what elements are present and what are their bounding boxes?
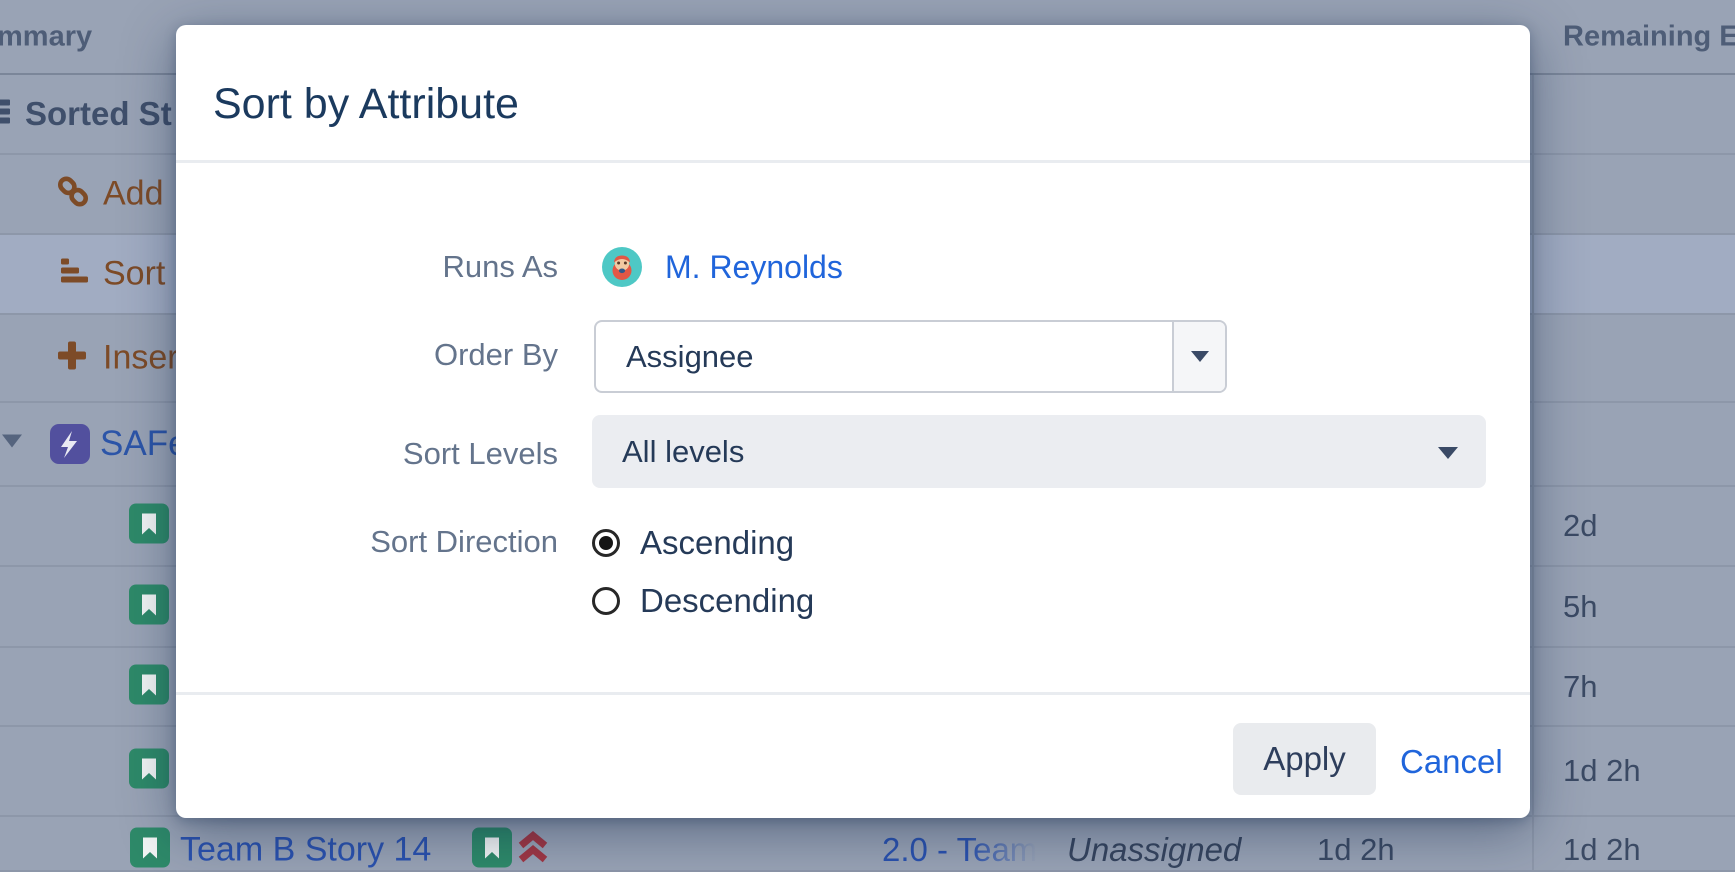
bookmark-icon [472, 828, 512, 872]
action-row-label-sort[interactable]: Sort [103, 255, 165, 294]
apply-button[interactable]: Apply [1233, 723, 1376, 795]
sort-levels-value: All levels [622, 434, 744, 470]
epic-link[interactable]: SAFe [100, 424, 188, 464]
sort-levels-label: Sort Levels [176, 436, 558, 472]
order-by-value: Assignee [626, 339, 754, 375]
cancel-button[interactable]: Cancel [1400, 743, 1503, 781]
summary-column-header: mmary [0, 20, 92, 53]
order-by-label: Order By [176, 337, 558, 373]
sort-icon [57, 257, 89, 292]
plus-icon [55, 339, 89, 378]
radio-ascending[interactable] [592, 529, 620, 557]
chevrons-up-icon [516, 831, 550, 870]
bolt-icon [50, 424, 90, 464]
assignee-value: Unassigned [1067, 831, 1241, 869]
bookmark-icon [129, 584, 169, 629]
order-by-combobox[interactable]: Assignee [594, 320, 1227, 393]
time-spent-value: 1d 2h [1317, 832, 1395, 868]
order-by-dropdown-button[interactable] [1172, 322, 1225, 391]
link-icon [55, 174, 91, 215]
radio-descending[interactable] [592, 587, 620, 615]
bookmark-icon [129, 664, 169, 709]
footer-divider [176, 692, 1530, 695]
fix-version-value: 2.0 - Team [882, 831, 1037, 869]
dialog-title: Sort by Attribute [213, 80, 519, 129]
sort-levels-select[interactable]: All levels [592, 415, 1486, 488]
action-row-label-inser[interactable]: Inser [103, 339, 179, 378]
issue-link[interactable]: Team B Story 14 [180, 831, 431, 870]
ascending-label: Ascending [640, 524, 794, 562]
bookmark-icon [129, 749, 169, 794]
issue-row: Team B Story 14 2.0 - Team Unassigned 1d 2h… [0, 817, 1735, 872]
sort-direction-label: Sort Direction [176, 524, 558, 560]
ascending-radio-option[interactable]: Ascending [592, 526, 794, 560]
bookmark-icon [130, 828, 170, 872]
group-row-label[interactable]: Sorted St [25, 95, 172, 133]
remaining-estimate-value: 7h [1563, 669, 1597, 705]
structure-icon [0, 99, 10, 130]
chevron-down-icon [2, 435, 22, 454]
descending-radio-option[interactable]: Descending [592, 584, 814, 618]
descending-label: Descending [640, 582, 814, 620]
bookmark-icon [129, 504, 169, 549]
user-avatar [602, 247, 642, 287]
runs-as-user-link[interactable]: M. Reynolds [665, 249, 843, 286]
remaining-estimate-value: 5h [1563, 589, 1597, 625]
chevron-down-icon [1438, 447, 1458, 459]
remaining-estimate-value: 1d 2h [1563, 832, 1641, 868]
title-divider [176, 160, 1530, 163]
chevron-down-icon [1191, 351, 1209, 362]
structure-app-window: mmary Remaining E Sorted St Add Sort Inser SAF… [0, 0, 1735, 872]
column-divider [1532, 75, 1534, 872]
remaining-estimate-value: 2d [1563, 508, 1597, 544]
action-row-label-add[interactable]: Add [103, 175, 164, 214]
remaining-estimate-column-header: Remaining E [1563, 20, 1735, 53]
remaining-estimate-value: 1d 2h [1563, 753, 1641, 789]
sort-by-attribute-dialog: Sort by Attribute Runs As M. Reynolds Or… [176, 25, 1530, 818]
runs-as-label: Runs As [176, 249, 558, 285]
